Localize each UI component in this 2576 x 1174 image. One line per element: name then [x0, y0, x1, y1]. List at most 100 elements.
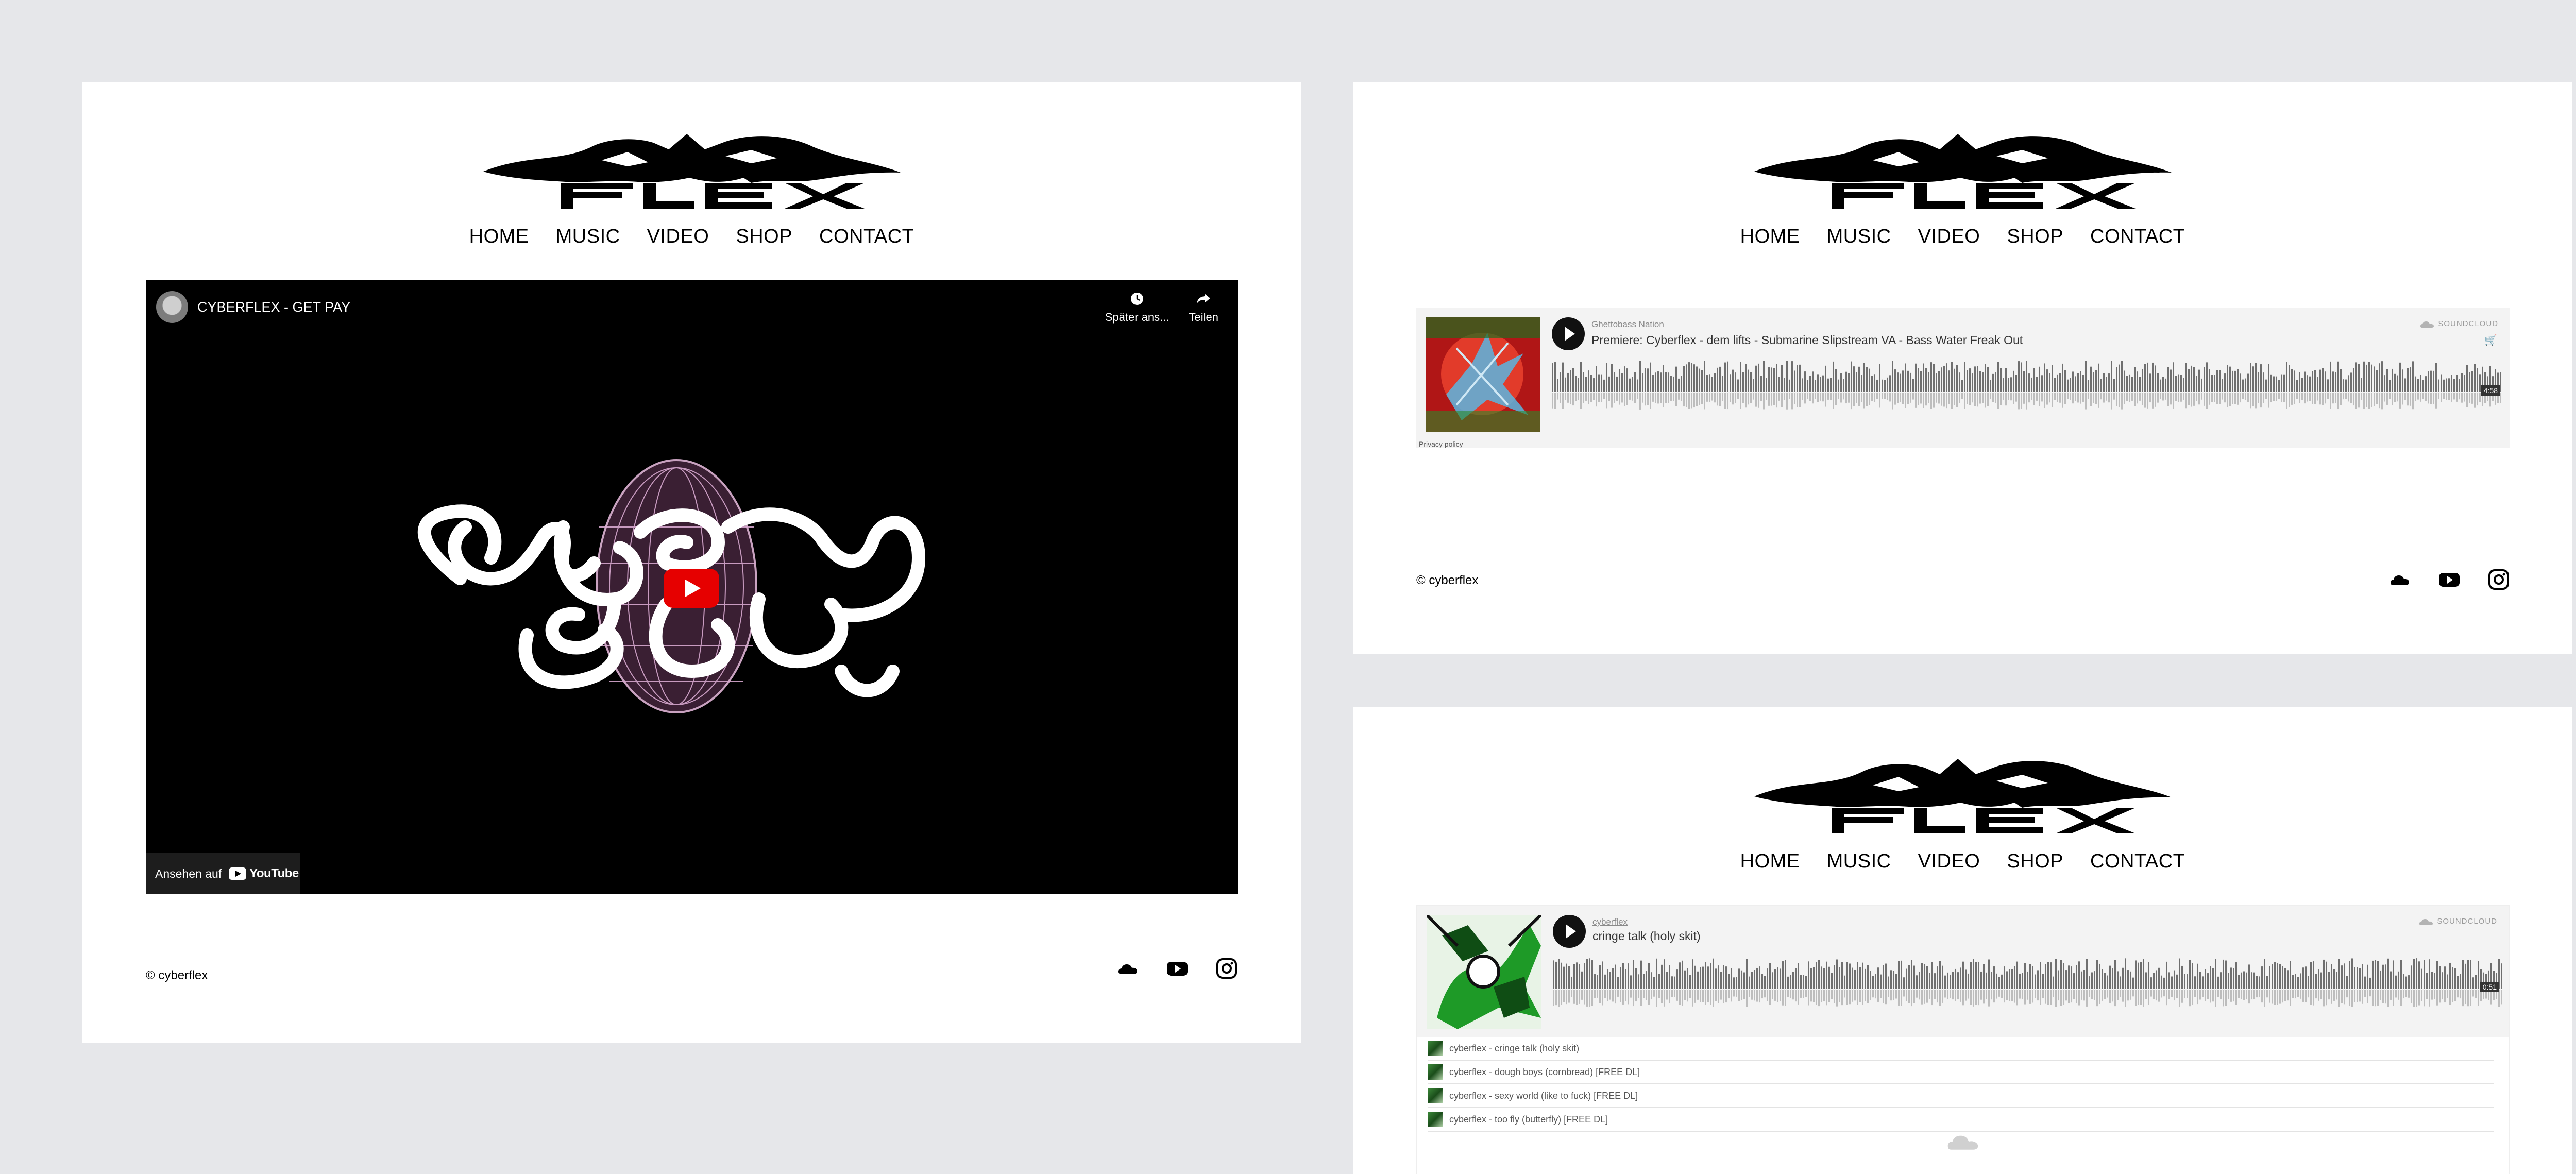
waveform-reflection	[2150, 990, 2152, 997]
waveform-reflection	[1790, 990, 1791, 998]
waveform-bar	[1880, 974, 1882, 989]
waveform-bar	[2126, 376, 2128, 392]
waveform-reflection	[1867, 990, 1869, 1003]
track-play-button[interactable]	[1552, 317, 1585, 350]
waveform-reflection	[2140, 990, 2142, 1005]
waveform-reflection	[2046, 393, 2048, 405]
playlist-current-track[interactable]: cringe talk (holy skit)	[1592, 929, 1701, 943]
waveform-reflection	[2270, 393, 2272, 402]
waveform-reflection	[2301, 393, 2303, 400]
waveform-bar	[2354, 967, 2355, 989]
youtube-icon[interactable]	[2438, 568, 2461, 591]
nav-shop[interactable]: SHOP	[2007, 850, 2063, 873]
nav-music[interactable]: MUSIC	[556, 226, 620, 248]
waveform-reflection	[1905, 393, 1906, 408]
playlist-play-button[interactable]	[1553, 915, 1586, 948]
nav-home[interactable]: HOME	[1740, 226, 1800, 248]
soundcloud-icon[interactable]	[1116, 957, 1139, 980]
channel-avatar[interactable]	[156, 291, 188, 323]
waveform-reflection	[1696, 393, 1698, 406]
waveform-reflection	[2255, 393, 2257, 409]
waveform-reflection	[1816, 990, 1817, 1006]
waveform-reflection	[1800, 990, 1802, 998]
nav-contact[interactable]: CONTACT	[819, 226, 914, 248]
waveform-bar	[2471, 371, 2473, 392]
waveform-reflection	[1724, 393, 1726, 409]
waveform-reflection	[2117, 990, 2119, 1000]
watch-on-youtube-button[interactable]: Ansehen auf YouTube	[146, 853, 300, 894]
waveform-reflection	[2016, 990, 2018, 1006]
nav-video[interactable]: VIDEO	[647, 226, 709, 248]
waveform-bar	[2350, 372, 2352, 392]
video-page-panel: HOME MUSIC VIDEO SHOP CONTACT CYBERFLEX …	[82, 82, 1301, 1043]
cyberflex-logo[interactable]	[483, 131, 901, 209]
play-button[interactable]	[664, 569, 719, 608]
waveform-bar	[2088, 380, 2089, 392]
cyberflex-logo[interactable]	[1754, 131, 2172, 209]
nav-home[interactable]: HOME	[469, 226, 529, 248]
waveform-reflection	[1669, 990, 1670, 1003]
waveform-bar	[2220, 972, 2222, 989]
list-item[interactable]: cyberflex - dough boys (cornbread) [FREE…	[1428, 1061, 2494, 1084]
nav-video[interactable]: VIDEO	[1918, 226, 1980, 248]
soundcloud-brand[interactable]: SOUNDCLOUD	[2419, 319, 2498, 328]
playlist-artwork[interactable]	[1427, 915, 1541, 1029]
nav-shop[interactable]: SHOP	[736, 226, 792, 248]
nav-shop[interactable]: SHOP	[2007, 226, 2063, 248]
youtube-icon[interactable]	[1166, 957, 1189, 980]
waveform-reflection	[2398, 990, 2399, 1000]
waveform-reflection	[2091, 990, 2093, 999]
waveform-bar	[2207, 973, 2209, 989]
waveform-reflection	[1774, 990, 1776, 1001]
nav-home[interactable]: HOME	[1740, 850, 1800, 873]
waveform-reflection	[2277, 990, 2278, 1005]
waveform-reflection	[1985, 393, 1986, 408]
waveform-reflection	[2139, 393, 2141, 401]
instagram-icon[interactable]	[2487, 568, 2510, 591]
waveform-reflection	[2116, 393, 2117, 406]
waveform-reflection	[2276, 393, 2277, 401]
waveform-bar	[1972, 373, 1973, 392]
track-waveform[interactable]	[1552, 360, 2501, 411]
track-title[interactable]: Premiere: Cyberflex - dem lifts - Submar…	[1591, 333, 2023, 347]
buy-icon[interactable]: 🛒	[2484, 334, 2497, 347]
waveform-reflection	[2363, 393, 2365, 410]
waveform-reflection	[2384, 393, 2385, 402]
youtube-embed[interactable]: CYBERFLEX - GET PAY Später ans... Teilen	[146, 280, 1238, 894]
playlist-uploader-link[interactable]: cyberflex	[1592, 917, 1628, 927]
list-item[interactable]: cyberflex - sexy world (like to fuck) [F…	[1428, 1084, 2494, 1108]
waveform-reflection	[1933, 393, 1935, 408]
nav-video[interactable]: VIDEO	[1918, 850, 1980, 873]
soundcloud-icon[interactable]	[2388, 568, 2411, 591]
nav-music[interactable]: MUSIC	[1827, 226, 1891, 248]
cyberflex-logo[interactable]	[1754, 756, 2172, 833]
nav-contact[interactable]: CONTACT	[2090, 850, 2185, 873]
video-title[interactable]: CYBERFLEX - GET PAY	[197, 299, 350, 315]
waveform-reflection	[2156, 990, 2157, 1001]
nav-contact[interactable]: CONTACT	[2090, 226, 2185, 248]
track-uploader-link[interactable]: Ghettobass Nation	[1591, 319, 1664, 330]
waveform-reflection	[1617, 990, 1619, 997]
waveform-bar	[1591, 960, 1593, 989]
waveform-reflection	[1658, 990, 1660, 998]
list-item[interactable]: cyberflex - too fly (butterfly) [FREE DL…	[1428, 1108, 2494, 1132]
share-button[interactable]: Teilen	[1189, 291, 1218, 324]
soundcloud-brand[interactable]: SOUNDCLOUD	[2418, 917, 2497, 926]
instagram-icon[interactable]	[1215, 957, 1238, 980]
waveform-reflection	[2158, 990, 2160, 1002]
waveform-reflection	[1903, 990, 1905, 997]
waveform-reflection	[1908, 990, 1910, 1003]
waveform-reflection	[2439, 990, 2441, 1003]
waveform-reflection	[2178, 393, 2179, 402]
playlist-waveform[interactable]	[1553, 957, 2502, 1009]
waveform-reflection	[1938, 393, 1940, 404]
watch-later-button[interactable]: Später ans...	[1105, 291, 1170, 324]
waveform-reflection	[2283, 393, 2285, 402]
list-item[interactable]: cyberflex - cringe talk (holy skit)	[1428, 1037, 2494, 1061]
waveform-bar	[2204, 367, 2205, 392]
track-artwork[interactable]	[1426, 317, 1540, 432]
waveform-bar	[2214, 375, 2215, 392]
waveform-reflection	[1970, 990, 1972, 1005]
nav-music[interactable]: MUSIC	[1827, 850, 1891, 873]
privacy-policy-link[interactable]: Privacy policy	[1419, 440, 1463, 448]
